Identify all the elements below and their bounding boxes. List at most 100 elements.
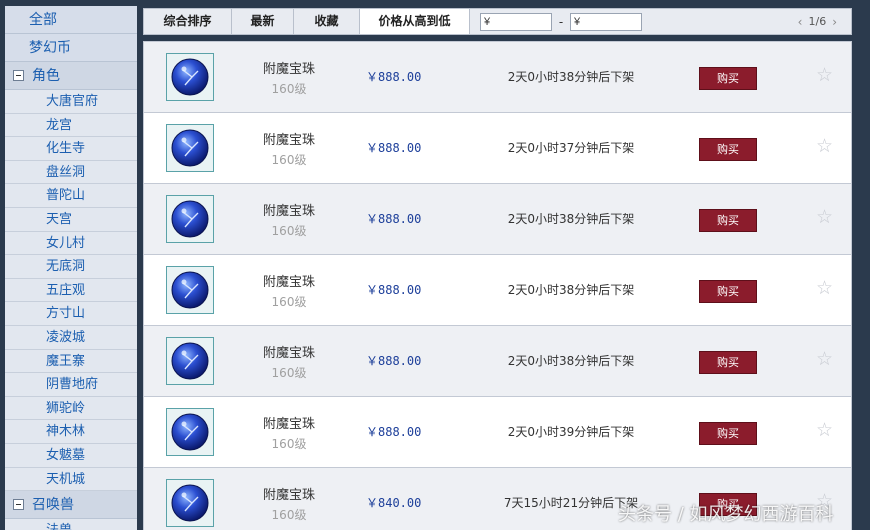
item-name[interactable]: 附魔宝珠	[244, 413, 334, 432]
collapse-minus-icon[interactable]	[13, 70, 24, 81]
sidebar-subitem[interactable]: 神木林	[5, 420, 137, 444]
gem-orb-icon	[171, 342, 209, 380]
listing-row[interactable]: 附魔宝珠 160级 ￥888.00 2天0小时39分钟后下架 购买 ☆	[143, 396, 852, 467]
watermark-text: 头条号 / 如风梦幻西游百科	[618, 504, 834, 525]
chevron-left-icon[interactable]: ‹	[792, 15, 809, 29]
item-level: 160级	[271, 508, 307, 522]
sidebar-subitem[interactable]: 阴曹地府	[5, 373, 137, 397]
sidebar-subitem[interactable]: 无底洞	[5, 255, 137, 279]
item-level: 160级	[271, 153, 307, 167]
star-icon[interactable]: ☆	[816, 65, 833, 85]
gem-orb-icon	[171, 200, 209, 238]
buy-button[interactable]: 购买	[699, 209, 757, 232]
gem-orb-icon	[171, 58, 209, 96]
item-price: ￥888.00	[366, 354, 422, 368]
gem-orb-icon	[171, 271, 209, 309]
sidebar-subitem[interactable]: 天机城	[5, 467, 137, 492]
listing-time-remaining: 2天0小时38分钟后下架	[507, 212, 635, 226]
star-icon[interactable]: ☆	[816, 349, 833, 369]
gem-orb-icon	[171, 484, 209, 522]
sidebar-subitem[interactable]: 化生寺	[5, 137, 137, 161]
item-name[interactable]: 附魔宝珠	[244, 271, 334, 290]
item-price: ￥888.00	[366, 141, 422, 155]
collapse-minus-icon[interactable]	[13, 499, 24, 511]
page-indicator: 1/6	[808, 15, 827, 28]
item-level: 160级	[271, 437, 307, 451]
item-thumbnail[interactable]	[166, 408, 214, 456]
gem-orb-icon	[171, 413, 209, 451]
item-thumbnail[interactable]	[166, 124, 214, 172]
category-sidebar: 全部 梦幻币角色大唐官府 龙宫 化生寺 盘丝洞 普陀山 天宫 女儿村 无底洞 五庄观 方寸山 凌波城魔…	[5, 6, 137, 530]
listing-time-remaining: 2天0小时38分钟后下架	[507, 70, 635, 84]
item-thumbnail[interactable]	[166, 53, 214, 101]
sidebar-subitem[interactable]: 大唐官府	[5, 90, 137, 114]
sidebar-subitem[interactable]: 五庄观	[5, 278, 137, 303]
sidebar-category[interactable]: 召唤兽	[5, 491, 137, 520]
sidebar-subitem[interactable]: 方寸山	[5, 302, 137, 326]
item-thumbnail[interactable]	[166, 266, 214, 314]
sidebar-subitem[interactable]: 狮驼岭	[5, 396, 137, 421]
sidebar-top-item[interactable]: 梦幻币	[5, 34, 137, 62]
item-level: 160级	[271, 295, 307, 309]
pagination: ‹ 1/6 ›	[792, 15, 851, 29]
tab-comprehensive-sort[interactable]: 综合排序	[144, 9, 232, 34]
listing-time-remaining: 2天0小时37分钟后下架	[507, 141, 635, 155]
buy-button[interactable]: 购买	[699, 351, 757, 374]
sidebar-subitem[interactable]: 盘丝洞	[5, 160, 137, 185]
item-price: ￥888.00	[366, 425, 422, 439]
sidebar-subitem[interactable]: 女儿村	[5, 231, 137, 256]
listing-time-remaining: 2天0小时39分钟后下架	[507, 425, 635, 439]
chevron-right-icon[interactable]: ›	[826, 15, 843, 29]
buy-button[interactable]: 购买	[699, 422, 757, 445]
listing-row[interactable]: 附魔宝珠 160级 ￥888.00 2天0小时38分钟后下架 购买 ☆	[143, 325, 852, 396]
item-level: 160级	[271, 224, 307, 238]
item-name[interactable]: 附魔宝珠	[244, 484, 334, 503]
buy-button[interactable]: 购买	[699, 138, 757, 161]
item-price: ￥888.00	[366, 212, 422, 226]
star-icon[interactable]: ☆	[816, 420, 833, 440]
sort-toolbar: 综合排序 最新 收藏 价格从高到低 - ‹ 1/6 ›	[143, 8, 852, 35]
item-price: ￥840.00	[366, 496, 422, 510]
item-thumbnail[interactable]	[166, 337, 214, 385]
item-name[interactable]: 附魔宝珠	[244, 58, 334, 77]
listing-row[interactable]: 附魔宝珠 160级 ￥888.00 2天0小时38分钟后下架 购买 ☆	[143, 183, 852, 254]
item-price: ￥888.00	[366, 70, 422, 84]
listing-row[interactable]: 附魔宝珠 160级 ￥888.00 2天0小时38分钟后下架 购买 ☆	[143, 254, 852, 325]
listing-row[interactable]: 附魔宝珠 160级 ￥888.00 2天0小时38分钟后下架 购买 ☆	[143, 41, 852, 112]
item-level: 160级	[271, 366, 307, 380]
sidebar-subitem[interactable]: 魔王寨	[5, 349, 137, 374]
tab-price-high-to-low[interactable]: 价格从高到低	[360, 9, 470, 34]
sidebar-subitem[interactable]: 天宫	[5, 207, 137, 232]
buy-button[interactable]: 购买	[699, 67, 757, 90]
sidebar-subitem[interactable]: 普陀山	[5, 184, 137, 208]
item-name[interactable]: 附魔宝珠	[244, 200, 334, 219]
star-icon[interactable]: ☆	[816, 207, 833, 227]
listing-row[interactable]: 附魔宝珠 160级 ￥888.00 2天0小时37分钟后下架 购买 ☆	[143, 112, 852, 183]
tab-newest[interactable]: 最新	[232, 9, 294, 34]
star-icon[interactable]: ☆	[816, 278, 833, 298]
listing-time-remaining: 2天0小时38分钟后下架	[507, 283, 635, 297]
item-price: ￥888.00	[366, 283, 422, 297]
sidebar-subitem[interactable]: 凌波城	[5, 325, 137, 350]
star-icon[interactable]: ☆	[816, 136, 833, 156]
price-min-input[interactable]	[480, 12, 552, 31]
listing-time-remaining: 2天0小时38分钟后下架	[507, 354, 635, 368]
sidebar-category-label: 角色	[32, 67, 60, 84]
price-range-separator: -	[558, 14, 564, 29]
sidebar-subitem[interactable]: 女魃墓	[5, 443, 137, 468]
buy-button[interactable]: 购买	[699, 280, 757, 303]
item-thumbnail[interactable]	[166, 479, 214, 527]
sidebar-subitem[interactable]: 法兽	[5, 519, 137, 530]
tab-favorites[interactable]: 收藏	[294, 9, 360, 34]
sidebar-category-label: 召唤兽	[32, 496, 74, 513]
listing-list: 附魔宝珠 160级 ￥888.00 2天0小时38分钟后下架 购买 ☆ 附魔宝珠…	[143, 41, 852, 530]
gem-orb-icon	[171, 129, 209, 167]
item-name[interactable]: 附魔宝珠	[244, 342, 334, 361]
price-max-input[interactable]	[570, 12, 642, 31]
item-thumbnail[interactable]	[166, 195, 214, 243]
sidebar-category[interactable]: 角色	[5, 62, 137, 90]
item-level: 160级	[271, 82, 307, 96]
item-name[interactable]: 附魔宝珠	[244, 129, 334, 148]
sidebar-top-item[interactable]: 全部	[5, 6, 137, 34]
sidebar-subitem[interactable]: 龙宫	[5, 113, 137, 138]
